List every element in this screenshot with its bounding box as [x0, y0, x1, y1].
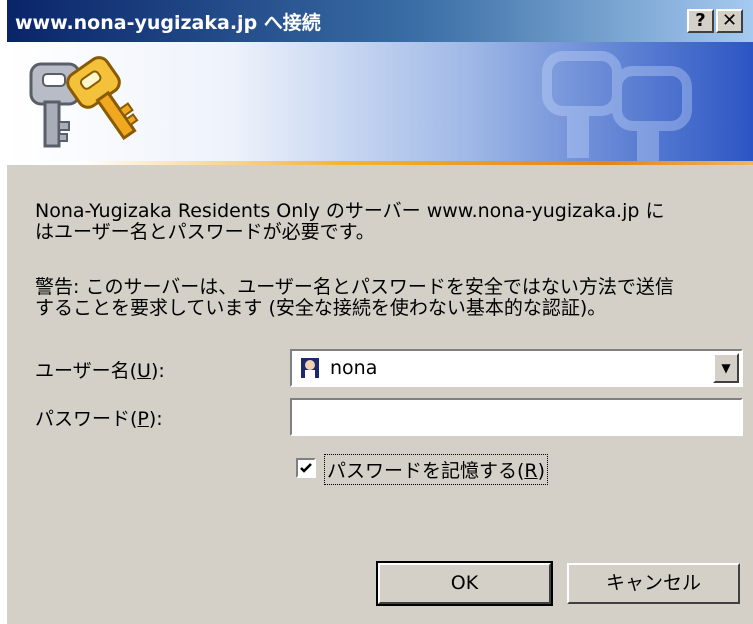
help-button[interactable]: ?: [687, 9, 714, 33]
security-warning-line: 警告: このサーバーは、ユーザー名とパスワードを安全ではない方法で送信: [35, 276, 674, 298]
close-button[interactable]: ✕: [716, 9, 743, 33]
help-icon: ?: [695, 10, 706, 31]
server-message-line: Nona-Yugizaka Residents Only のサーバー www.n…: [35, 200, 665, 222]
dropdown-arrow-button[interactable]: ▼: [713, 353, 739, 383]
remember-password-label[interactable]: パスワードを記憶する(R): [323, 454, 549, 485]
keys-icon: [29, 56, 139, 148]
watermark-keys-icon: [542, 51, 692, 161]
title-bar[interactable]: www.nona-yugizaka.jp へ接続 ? ✕: [7, 0, 753, 42]
chevron-down-icon: ▼: [721, 361, 731, 375]
security-warning-line: することを要求しています (安全な接続を使わない基本的な認証)。: [35, 297, 607, 319]
username-value: nona: [330, 357, 378, 379]
window-title: www.nona-yugizaka.jp へ接続: [15, 12, 321, 34]
ok-button[interactable]: OK: [376, 561, 553, 606]
username-label: ユーザー名(U):: [35, 360, 165, 382]
security-warning: 警告: このサーバーは、ユーザー名とパスワードを安全ではない方法で送信 すること…: [35, 277, 747, 319]
user-icon: [301, 358, 319, 378]
close-icon: ✕: [721, 10, 738, 31]
password-label: パスワード(P):: [35, 408, 163, 430]
server-message-line: はユーザー名とパスワードが必要です。: [35, 221, 375, 243]
username-combobox[interactable]: nona ▼: [290, 349, 743, 387]
connect-dialog: www.nona-yugizaka.jp へ接続 ? ✕ Nona-Yugiza…: [6, 0, 753, 624]
remember-password-checkbox[interactable]: [296, 458, 316, 478]
server-message: Nona-Yugizaka Residents Only のサーバー www.n…: [35, 201, 747, 243]
banner-divider: [7, 161, 753, 165]
checkmark-icon: [300, 463, 312, 473]
password-field[interactable]: [290, 398, 743, 436]
cancel-button[interactable]: キャンセル: [567, 563, 740, 604]
